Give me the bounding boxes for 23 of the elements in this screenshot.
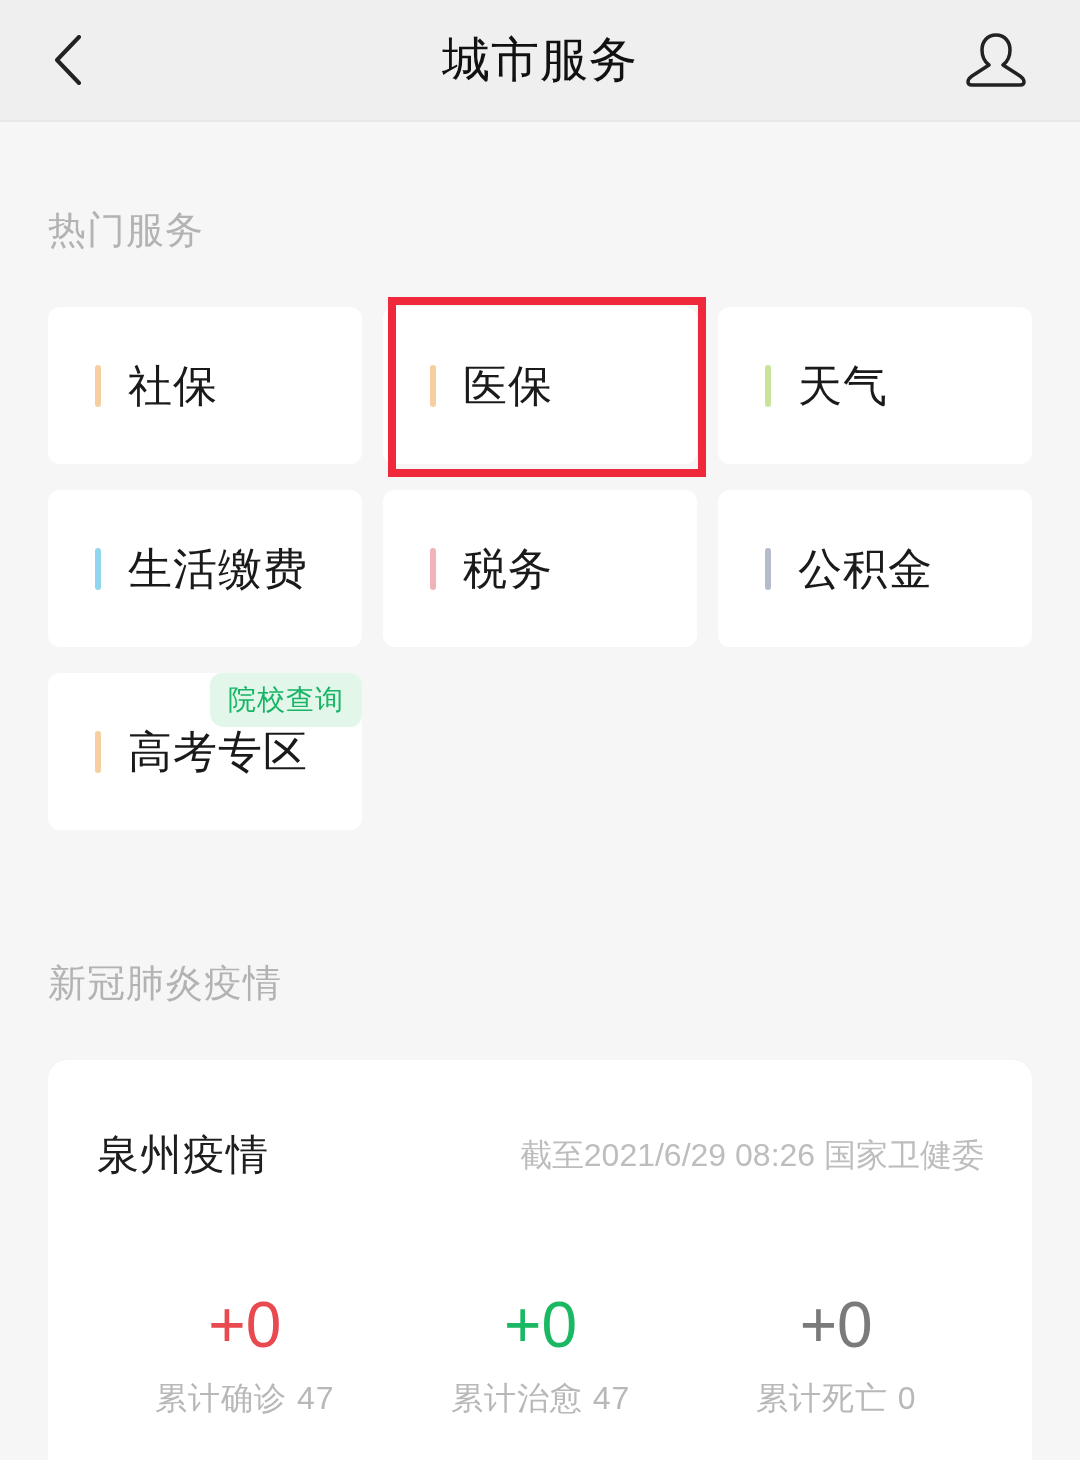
stat-value: +0 bbox=[208, 1289, 282, 1361]
section-title: 新冠肺炎疫情 bbox=[48, 961, 282, 1006]
service-tile[interactable]: 院校查询 高考专区 bbox=[48, 673, 362, 830]
service-tile[interactable]: 公积金 bbox=[718, 490, 1032, 647]
service-tile[interactable]: 税务 bbox=[383, 490, 697, 647]
back-button[interactable] bbox=[54, 35, 82, 85]
stat-label: 累计确诊 47 bbox=[155, 1379, 335, 1418]
card-title: 泉州疫情 bbox=[97, 1130, 269, 1180]
service-tile[interactable]: 社保 bbox=[48, 307, 362, 464]
stat-value: +0 bbox=[504, 1289, 577, 1361]
section-title: 热门服务 bbox=[48, 208, 204, 253]
stat-value: +0 bbox=[799, 1289, 873, 1361]
stat-label: 累计死亡 0 bbox=[755, 1379, 917, 1418]
service-tile[interactable]: 医保 bbox=[383, 307, 697, 464]
service-tile[interactable]: 生活缴费 bbox=[48, 490, 362, 647]
back-icon bbox=[54, 35, 82, 85]
page-title: 城市服务 bbox=[442, 32, 638, 88]
update-time-text: 截至2021/6/29 08:26 国家卫健委 bbox=[519, 1136, 984, 1175]
stat-label: 累计治愈 47 bbox=[450, 1379, 631, 1418]
profile-button[interactable] bbox=[966, 33, 1026, 87]
user-icon bbox=[966, 33, 1026, 87]
service-tile[interactable]: 天气 bbox=[718, 307, 1032, 464]
tag-badge: 院校查询 bbox=[210, 673, 362, 727]
